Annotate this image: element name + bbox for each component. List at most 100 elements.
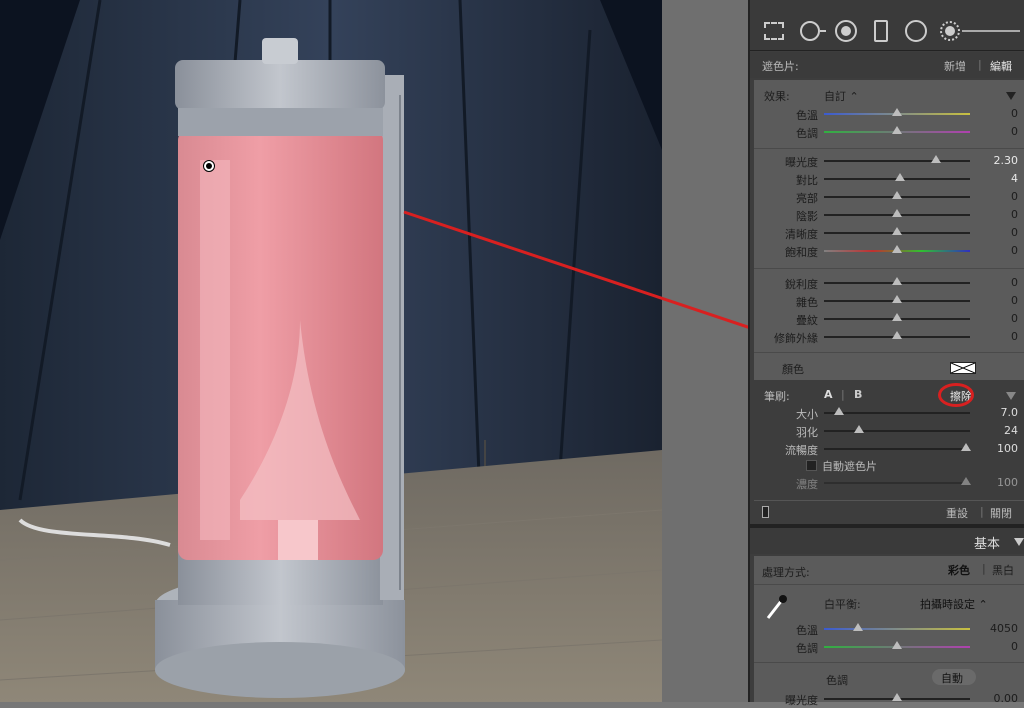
radial-filter-icon[interactable] xyxy=(905,20,927,42)
slider-value[interactable]: 7.0 xyxy=(978,406,1019,419)
brush-b-button[interactable]: B xyxy=(854,388,862,401)
basic-wb-sliders: 色溫 4050 色調 0 xyxy=(754,620,1024,660)
slider-track[interactable] xyxy=(824,173,970,181)
graduated-filter-icon[interactable] xyxy=(874,20,888,42)
slider-label: 亮部 xyxy=(796,192,818,205)
slider-track[interactable] xyxy=(824,277,970,285)
slider-track[interactable] xyxy=(824,209,970,217)
slider-value[interactable]: 0 xyxy=(978,125,1018,138)
slider-track[interactable] xyxy=(824,227,970,235)
slider-thumb[interactable] xyxy=(892,227,902,235)
slider-row: 雜色 0 xyxy=(754,292,1024,310)
slider-value[interactable]: 2.30 xyxy=(978,154,1019,167)
slider-track[interactable] xyxy=(824,331,970,339)
slider-thumb[interactable] xyxy=(892,126,902,134)
auto-mask-checkbox[interactable] xyxy=(806,460,817,471)
slider-value[interactable]: 100 xyxy=(978,442,1018,455)
slider-thumb[interactable] xyxy=(960,477,971,485)
slider-value[interactable]: 24 xyxy=(978,424,1018,437)
slider-track[interactable] xyxy=(824,245,970,253)
slider-label: 陰影 xyxy=(796,210,818,223)
wb-label: 白平衡: xyxy=(824,598,861,611)
effect-collapse-icon[interactable] xyxy=(1006,92,1016,100)
slider-row: 色調 0 xyxy=(754,638,1024,656)
slider-value[interactable]: 0 xyxy=(978,294,1018,307)
slider-thumb[interactable] xyxy=(892,108,902,116)
eyedropper-icon[interactable] xyxy=(762,592,790,622)
slider-thumb[interactable] xyxy=(894,173,905,181)
slider-row: 色調 0 xyxy=(754,123,1024,141)
spot-removal-arrow-icon xyxy=(820,30,826,32)
slider-value[interactable]: 100 xyxy=(978,476,1018,489)
treatment-bw-button[interactable]: 黑白 xyxy=(992,562,1014,578)
basic-panel-header[interactable]: 基本 xyxy=(750,528,1024,554)
mask-edit-button[interactable]: 編輯 xyxy=(990,58,1012,74)
panel-switch-icon[interactable] xyxy=(762,506,769,518)
auto-button[interactable]: 自動 xyxy=(932,669,976,685)
slider-label: 流暢度 xyxy=(785,444,818,457)
adjustment-brush-icon[interactable] xyxy=(940,21,960,41)
mask-label: 遮色片: xyxy=(762,60,799,73)
slider-value[interactable]: 4 xyxy=(978,172,1018,185)
spot-removal-icon[interactable] xyxy=(800,21,820,41)
slider-value[interactable]: 0 xyxy=(978,640,1018,653)
slider-value[interactable]: 0 xyxy=(978,330,1018,343)
slider-thumb[interactable] xyxy=(892,313,902,321)
slider-label: 濃度 xyxy=(796,478,818,491)
effect-group-wb: 色溫 0 色調 0 xyxy=(754,105,1024,145)
slider-thumb[interactable] xyxy=(892,209,902,217)
slider-value[interactable]: 0 xyxy=(978,208,1018,221)
slider-track[interactable] xyxy=(824,407,970,415)
slider-value[interactable]: 0 xyxy=(978,107,1018,120)
slider-thumb[interactable] xyxy=(892,277,902,285)
slider-thumb[interactable] xyxy=(960,443,971,451)
slider-track[interactable] xyxy=(824,443,971,451)
slider-track[interactable] xyxy=(824,155,970,163)
slider-value[interactable]: 0 xyxy=(978,190,1018,203)
slider-value[interactable]: 0.00 xyxy=(978,692,1019,705)
red-eye-icon[interactable] xyxy=(835,20,857,42)
brush-size-line xyxy=(962,30,1020,32)
slider-thumb[interactable] xyxy=(892,641,902,649)
slider-track[interactable] xyxy=(824,191,970,199)
treatment-color-button[interactable]: 彩色 xyxy=(948,562,970,578)
develop-right-panel: 遮色片: 新增 | 編輯 效果: 自訂 ⌃ 色溫 0 色調 0 曝光度 2.30 對比 4 亮… xyxy=(748,0,1024,707)
slider-thumb[interactable] xyxy=(833,407,844,415)
slider-row: 修飾外緣 0 xyxy=(754,328,1024,346)
mask-new-button[interactable]: 新增 xyxy=(944,58,966,74)
brush-collapse-icon[interactable] xyxy=(1006,392,1016,400)
slider-thumb[interactable] xyxy=(892,693,902,701)
slider-track[interactable] xyxy=(824,313,970,321)
crop-overlay-icon[interactable] xyxy=(764,22,784,40)
slider-value[interactable]: 0 xyxy=(978,226,1018,239)
slider-thumb[interactable] xyxy=(892,295,902,303)
effect-preset-dropdown[interactable]: 自訂 ⌃ xyxy=(824,88,859,104)
slider-value[interactable]: 4050 xyxy=(978,622,1018,635)
slider-value[interactable]: 0 xyxy=(978,244,1018,257)
slider-value[interactable]: 0 xyxy=(978,312,1018,325)
slider-track[interactable] xyxy=(824,641,970,649)
slider-thumb[interactable] xyxy=(892,331,902,339)
basic-collapse-icon[interactable] xyxy=(1014,538,1024,546)
slider-value[interactable]: 0 xyxy=(978,276,1018,289)
slider-track[interactable] xyxy=(824,295,970,303)
close-button[interactable]: 關閉 xyxy=(990,505,1012,521)
brush-separator: | xyxy=(841,388,845,401)
brush-a-button[interactable]: A xyxy=(824,388,833,401)
wb-dropdown[interactable]: 拍攝時設定 ⌃ xyxy=(920,596,988,612)
color-swatch-none[interactable] xyxy=(950,362,976,374)
slider-thumb[interactable] xyxy=(931,155,942,163)
slider-thumb[interactable] xyxy=(854,425,865,433)
slider-thumb[interactable] xyxy=(892,245,902,253)
reset-button[interactable]: 重設 xyxy=(946,505,968,521)
slider-track[interactable] xyxy=(824,623,970,631)
slider-thumb[interactable] xyxy=(852,623,863,631)
slider-track[interactable] xyxy=(824,108,970,116)
slider-track[interactable] xyxy=(824,693,970,701)
brush-density: 濃度 100 xyxy=(754,474,1024,492)
slider-row: 大小 7.0 xyxy=(754,404,1024,422)
slider-track[interactable] xyxy=(824,126,970,134)
slider-thumb[interactable] xyxy=(892,191,902,199)
slider-track[interactable] xyxy=(824,425,970,433)
slider-track[interactable] xyxy=(824,477,971,485)
